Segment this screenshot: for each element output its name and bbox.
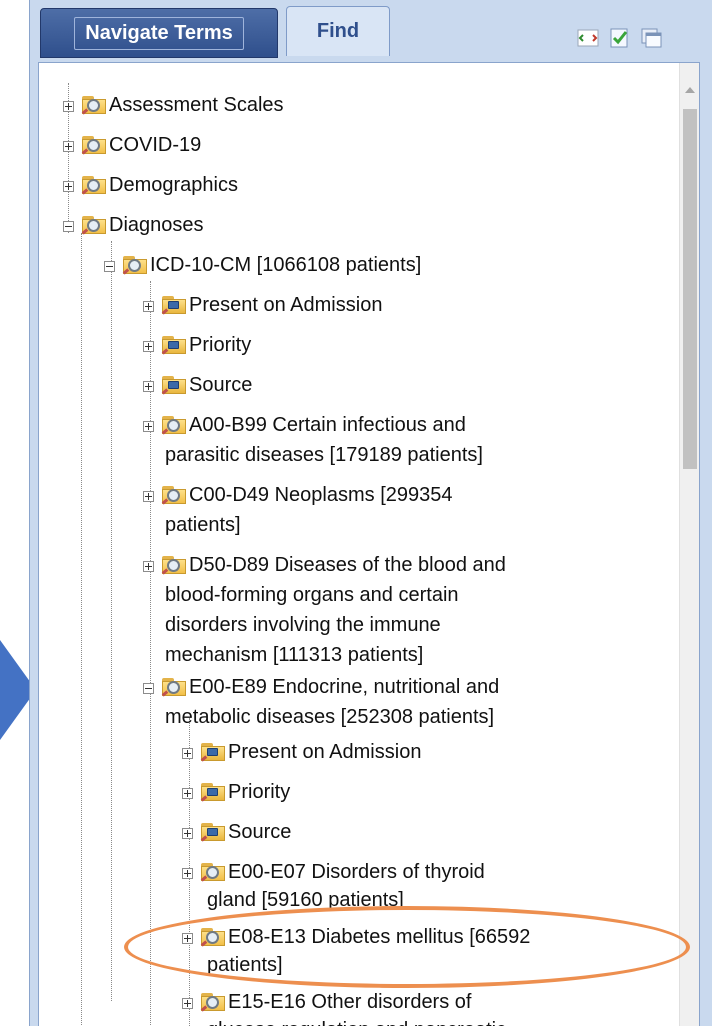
folder-icon bbox=[161, 676, 186, 697]
tree-node-label: Present on Admission bbox=[189, 294, 383, 316]
expand-toggle[interactable] bbox=[182, 998, 193, 1009]
tree-node-label: Priority bbox=[228, 781, 291, 803]
expand-toggle[interactable] bbox=[143, 421, 154, 432]
refresh-icon[interactable] bbox=[577, 28, 599, 48]
tree-node-label: Demographics bbox=[109, 174, 238, 196]
expand-toggle[interactable] bbox=[143, 561, 154, 572]
tree-node-label-cont: parasitic diseases [179189 patients] bbox=[165, 444, 483, 466]
tab-bar: Navigate Terms Find bbox=[30, 0, 712, 62]
tree-node-label-cont: blood-forming organs and certain bbox=[165, 584, 459, 606]
folder-icon bbox=[161, 554, 186, 575]
folder-icon bbox=[200, 991, 225, 1012]
tree-node-label-cont: metabolic diseases [252308 patients] bbox=[165, 706, 495, 728]
tab-navigate-terms-label: Navigate Terms bbox=[74, 16, 244, 50]
window-icon[interactable] bbox=[641, 28, 663, 48]
tree-node-label: A00-B99 Certain infectious and bbox=[189, 414, 466, 436]
tab-find[interactable]: Find bbox=[286, 6, 390, 56]
tree-node-label: C00-D49 Neoplasms [299354 bbox=[189, 484, 453, 506]
expand-toggle[interactable] bbox=[182, 788, 193, 799]
navigate-terms-panel: Navigate Terms Find Assessment Scales CO… bbox=[29, 0, 712, 1026]
expand-toggle[interactable] bbox=[143, 491, 154, 502]
folder-icon bbox=[161, 414, 186, 435]
modifier-folder-icon bbox=[161, 294, 186, 315]
folder-icon bbox=[81, 174, 106, 195]
tree-node-label-cont: disorders involving the immune bbox=[165, 614, 441, 636]
expand-toggle[interactable] bbox=[182, 868, 193, 879]
folder-icon bbox=[81, 94, 106, 115]
expand-toggle[interactable] bbox=[182, 828, 193, 839]
scroll-up-arrow-icon[interactable] bbox=[685, 87, 695, 93]
tree-node-label-cont: patients] bbox=[165, 514, 241, 536]
tree-node-label-cont: mechanism [111313 patients] bbox=[165, 644, 424, 666]
expand-toggle[interactable] bbox=[63, 181, 74, 192]
check-icon[interactable] bbox=[609, 28, 631, 48]
expand-toggle[interactable] bbox=[143, 301, 154, 312]
expand-toggle[interactable] bbox=[143, 381, 154, 392]
tree-node-label: Priority bbox=[189, 334, 252, 356]
tree-node-label: E00-E89 Endocrine, nutritional and bbox=[189, 676, 500, 698]
tree-node-label: Present on Admission bbox=[228, 741, 422, 763]
tree-node-label: ICD-10-CM [1066108 patients] bbox=[150, 254, 422, 276]
tab-find-label: Find bbox=[316, 20, 360, 42]
expand-toggle[interactable] bbox=[63, 141, 74, 152]
tree-node-label: COVID-19 bbox=[109, 134, 202, 156]
modifier-folder-icon bbox=[200, 741, 225, 762]
folder-icon bbox=[200, 861, 225, 882]
vertical-scrollbar[interactable] bbox=[679, 63, 699, 1026]
tree-line bbox=[150, 281, 151, 1026]
folder-icon bbox=[81, 214, 106, 235]
tree-node-label: Diagnoses bbox=[109, 214, 204, 236]
tree-node-label: E00-E07 Disorders of thyroid bbox=[228, 861, 485, 883]
collapse-toggle[interactable] bbox=[143, 683, 154, 694]
collapse-toggle[interactable] bbox=[104, 261, 115, 272]
highlight-ellipse bbox=[124, 906, 690, 988]
modifier-folder-icon bbox=[200, 781, 225, 802]
expand-toggle[interactable] bbox=[143, 341, 154, 352]
tree-node-label: Assessment Scales bbox=[109, 94, 284, 116]
folder-icon bbox=[81, 134, 106, 155]
expand-toggle[interactable] bbox=[182, 748, 193, 759]
folder-icon bbox=[122, 254, 147, 275]
tree-node-label: D50-D89 Diseases of the blood and bbox=[189, 554, 506, 576]
scrollbar-thumb[interactable] bbox=[683, 109, 697, 469]
modifier-folder-icon bbox=[161, 334, 186, 355]
tab-navigate-terms[interactable]: Navigate Terms bbox=[40, 8, 278, 58]
term-tree: Assessment Scales COVID-19 Demographics … bbox=[38, 62, 700, 1026]
tree-node-label: Source bbox=[228, 821, 292, 843]
tree-node-label-cont: glucose regulation and pancreatic bbox=[207, 1016, 506, 1026]
tree-line bbox=[111, 241, 112, 1001]
folder-icon bbox=[161, 484, 186, 505]
tree-node-label: Source bbox=[189, 374, 253, 396]
tree-line bbox=[81, 233, 82, 1026]
expand-toggle[interactable] bbox=[63, 101, 74, 112]
collapse-toggle[interactable] bbox=[63, 221, 74, 232]
modifier-folder-icon bbox=[200, 821, 225, 842]
tree-node-label: E15-E16 Other disorders of bbox=[228, 991, 472, 1013]
modifier-folder-icon bbox=[161, 374, 186, 395]
